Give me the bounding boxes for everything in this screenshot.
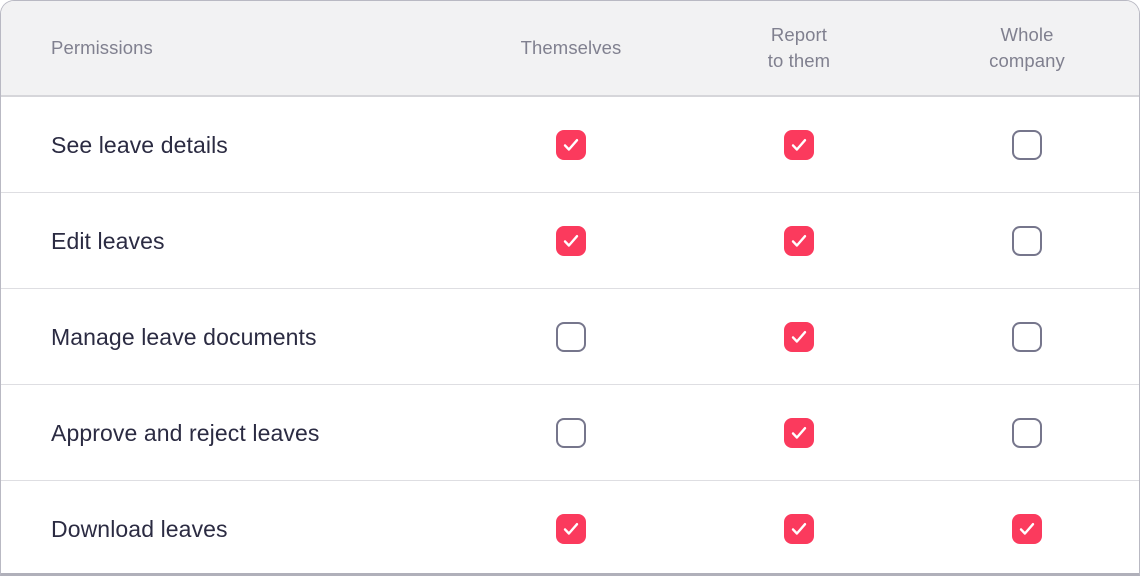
checkbox-cell-whole-company [913,321,1139,352]
checkbox-cell-themselves [457,321,685,352]
column-header-whole-company: Whole company [913,22,1139,74]
checkbox-whole-company[interactable] [1012,129,1042,160]
checkmark-icon [791,522,807,535]
checkbox-report-to-them[interactable] [784,225,814,256]
checkbox-cell-report-to-them [685,225,913,256]
column-header-permissions: Permissions [1,35,457,61]
table-row: Manage leave documents [1,289,1139,385]
checkmark-icon [791,138,807,151]
checkmark-icon [791,426,807,439]
permission-name-label: Edit leaves [51,227,165,254]
checkmark-icon [563,522,579,535]
checkbox-cell-themselves [457,129,685,160]
permission-name-label: Approve and reject leaves [51,419,320,446]
checkbox-whole-company[interactable] [1012,225,1042,256]
checkbox-cell-themselves [457,513,685,544]
permission-name-cell: See leave details [1,130,457,160]
checkbox-whole-company[interactable] [1012,417,1042,448]
checkbox-cell-themselves [457,225,685,256]
permission-name-cell: Edit leaves [1,226,457,256]
column-header-report-to-them-label: Report to them [767,24,831,71]
column-header-report-to-them: Report to them [685,22,913,74]
checkbox-cell-whole-company [913,225,1139,256]
permission-name-label: Manage leave documents [51,323,317,350]
checkbox-themselves[interactable] [556,513,586,544]
checkbox-whole-company[interactable] [1012,513,1042,544]
checkbox-themselves[interactable] [556,417,586,448]
table-row: Edit leaves [1,193,1139,289]
table-header-row: Permissions Themselves Report to them Wh… [1,1,1139,97]
table-body: See leave details Edit leaves Manage leave… [1,97,1139,573]
checkbox-cell-report-to-them [685,417,913,448]
checkbox-cell-whole-company [913,513,1139,544]
checkbox-report-to-them[interactable] [784,513,814,544]
checkbox-cell-report-to-them [685,321,913,352]
checkbox-report-to-them[interactable] [784,417,814,448]
column-header-themselves: Themselves [457,35,685,61]
checkmark-icon [563,234,579,247]
column-header-whole-company-label: Whole company [989,24,1065,71]
permission-name-cell: Manage leave documents [1,322,457,352]
checkbox-themselves[interactable] [556,321,586,352]
checkbox-cell-report-to-them [685,129,913,160]
column-header-permissions-label: Permissions [51,37,153,58]
checkmark-icon [1019,522,1035,535]
checkbox-cell-whole-company [913,417,1139,448]
checkbox-cell-report-to-them [685,513,913,544]
permissions-table-card: Permissions Themselves Report to them Wh… [0,0,1140,576]
permission-name-cell: Approve and reject leaves [1,418,457,448]
checkbox-report-to-them[interactable] [784,129,814,160]
checkmark-icon [563,138,579,151]
permission-name-label: See leave details [51,131,228,158]
column-header-themselves-label: Themselves [520,37,622,58]
table-row: Approve and reject leaves [1,385,1139,481]
checkmark-icon [791,234,807,247]
table-row: See leave details [1,97,1139,193]
permission-name-label: Download leaves [51,515,228,542]
checkbox-themselves[interactable] [556,225,586,256]
checkbox-whole-company[interactable] [1012,321,1042,352]
checkbox-themselves[interactable] [556,129,586,160]
permission-name-cell: Download leaves [1,514,457,544]
checkbox-cell-themselves [457,417,685,448]
table-row: Download leaves [1,481,1139,573]
checkbox-report-to-them[interactable] [784,321,814,352]
checkbox-cell-whole-company [913,129,1139,160]
checkmark-icon [791,330,807,343]
